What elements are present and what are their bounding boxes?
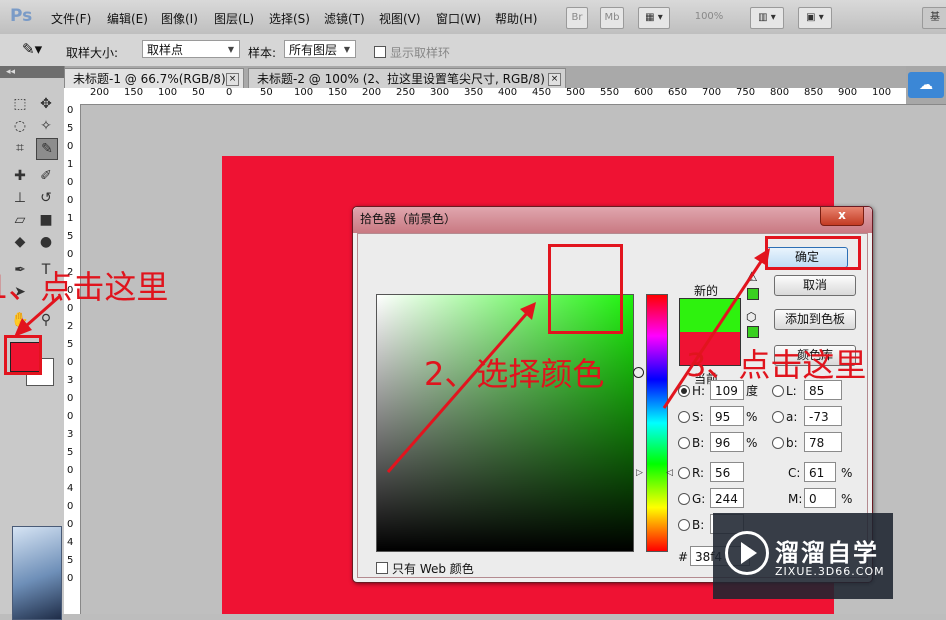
step3-arrowhead xyxy=(754,248,770,266)
watermark-title: 溜溜自学 xyxy=(775,539,879,567)
step1-arrowhead xyxy=(14,318,32,337)
step3-annotation: 3、点击这里 xyxy=(686,346,867,384)
watermark-url: ZIXUE.3D66.COM xyxy=(775,565,885,578)
step1-annotation: 1、点击这里 xyxy=(0,268,169,306)
watermark: 溜溜自学 ZIXUE.3D66.COM xyxy=(713,513,893,599)
step2-annotation: 2、选择颜色 xyxy=(424,355,605,393)
play-icon xyxy=(741,542,757,564)
step3-arrow xyxy=(662,259,764,409)
